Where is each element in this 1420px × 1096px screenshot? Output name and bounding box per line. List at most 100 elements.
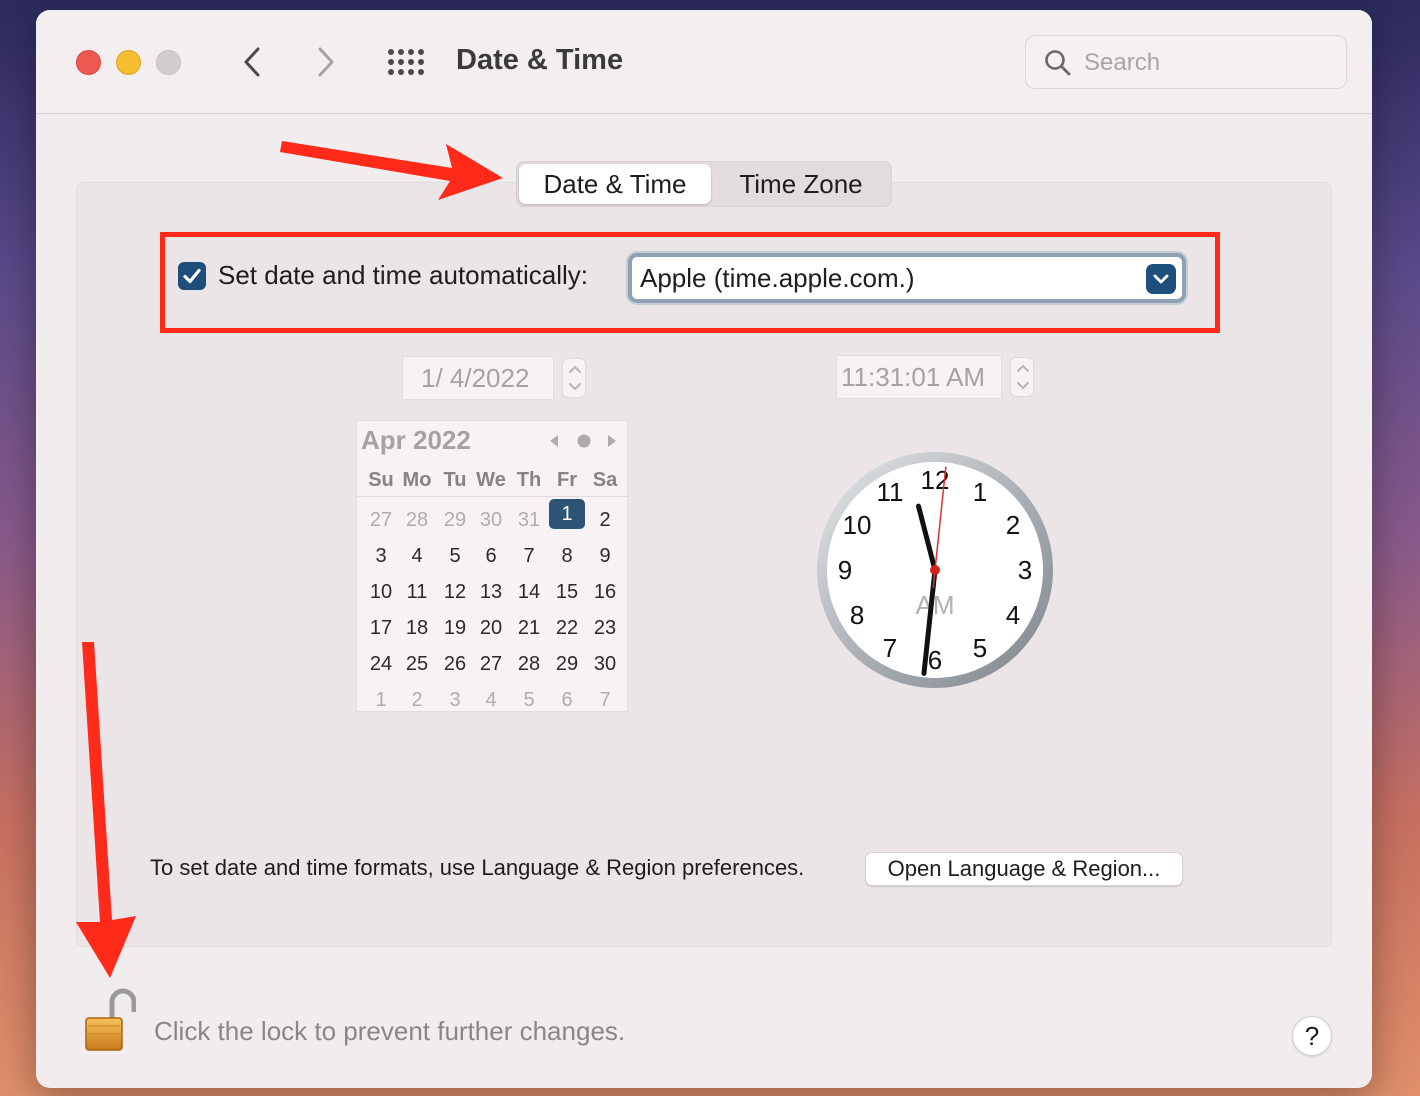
- calendar-day[interactable]: 8: [549, 539, 585, 573]
- calendar-day[interactable]: 19: [437, 611, 473, 645]
- calendar-day[interactable]: 31: [511, 503, 547, 537]
- calendar-day[interactable]: 30: [587, 647, 623, 681]
- back-button[interactable]: [232, 42, 272, 82]
- auto-time-checkbox[interactable]: [178, 262, 206, 290]
- clock-number: 6: [928, 645, 942, 675]
- open-language-region-button[interactable]: Open Language & Region...: [865, 852, 1183, 886]
- calendar-day-selected[interactable]: 1: [549, 499, 585, 529]
- select-chevron[interactable]: [1146, 264, 1176, 294]
- chevron-up-icon: [1017, 364, 1029, 372]
- calendar-day[interactable]: 13: [473, 575, 509, 609]
- calendar-weekday: Sa: [592, 469, 618, 491]
- calendar-day[interactable]: 27: [363, 503, 399, 537]
- calendar-day[interactable]: 6: [473, 539, 509, 573]
- clock-number: 2: [1006, 510, 1020, 540]
- calendar-day[interactable]: 24: [363, 647, 399, 681]
- calendar-day[interactable]: 1: [363, 683, 399, 717]
- calendar-day[interactable]: 25: [399, 647, 435, 681]
- show-all-button[interactable]: [388, 49, 424, 75]
- chevron-down-icon: [569, 383, 581, 391]
- clock-number: 4: [1006, 600, 1020, 630]
- search-input[interactable]: [1084, 46, 1334, 80]
- date-field[interactable]: 1/ 4/2022: [402, 356, 554, 400]
- time-server-value: Apple (time.apple.com.): [640, 263, 915, 293]
- analog-clock: 12 1234567891011 AM: [817, 452, 1053, 688]
- calendar-day[interactable]: 18: [399, 611, 435, 645]
- tab-time-zone[interactable]: Time Zone: [713, 164, 889, 204]
- clock-number: 5: [973, 633, 987, 663]
- calendar-day[interactable]: 20: [473, 611, 509, 645]
- help-button[interactable]: ?: [1292, 1016, 1332, 1056]
- calendar-day[interactable]: 27: [473, 647, 509, 681]
- calendar-day[interactable]: 30: [473, 503, 509, 537]
- calendar-day[interactable]: 2: [587, 503, 623, 537]
- forward-button[interactable]: [306, 42, 346, 82]
- search-field[interactable]: [1025, 35, 1347, 89]
- calendar-next-button[interactable]: [603, 431, 621, 451]
- clock-number: 10: [843, 510, 872, 540]
- chevron-down-icon: [1153, 274, 1169, 284]
- calendar-day[interactable]: 7: [511, 539, 547, 573]
- grid-icon: [388, 49, 424, 75]
- close-button[interactable]: [76, 50, 101, 75]
- calendar-weekday-header: Su Mo Tu We Th Fr Sa: [357, 463, 629, 497]
- calendar-day[interactable]: 5: [511, 683, 547, 717]
- dot-icon: [577, 434, 591, 448]
- time-stepper[interactable]: [1010, 357, 1034, 397]
- calendar-day[interactable]: 16: [587, 575, 623, 609]
- preferences-window: Date & Time Date & Time Time Zone Set da…: [36, 10, 1372, 1088]
- calendar-day[interactable]: 22: [549, 611, 585, 645]
- calendar-day[interactable]: 3: [363, 539, 399, 573]
- title-bar: Date & Time: [36, 10, 1372, 114]
- clock-center-pin: [930, 565, 940, 575]
- calendar-day[interactable]: 12: [437, 575, 473, 609]
- calendar-day[interactable]: 28: [399, 503, 435, 537]
- calendar-weekday: Fr: [557, 469, 577, 491]
- calendar-weekday: Tu: [443, 469, 467, 491]
- clock-number: 9: [838, 555, 852, 585]
- calendar-day[interactable]: 14: [511, 575, 547, 609]
- calendar-day[interactable]: 6: [549, 683, 585, 717]
- calendar-day[interactable]: 11: [399, 575, 435, 609]
- calendar-day[interactable]: 4: [399, 539, 435, 573]
- clock-number: 11: [877, 477, 904, 507]
- tab-date-time[interactable]: Date & Time: [519, 164, 711, 204]
- calendar-day[interactable]: 29: [549, 647, 585, 681]
- clock-ampm: AM: [916, 590, 955, 620]
- calendar-prev-button[interactable]: [545, 431, 563, 451]
- calendar-day[interactable]: 26: [437, 647, 473, 681]
- chevron-right-icon: [318, 47, 334, 77]
- clock-number: 8: [850, 600, 864, 630]
- clock-number: 3: [1018, 555, 1032, 585]
- calendar-day[interactable]: 5: [437, 539, 473, 573]
- triangle-right-icon: [608, 435, 616, 447]
- calendar-day[interactable]: 4: [473, 683, 509, 717]
- calendar-today-button[interactable]: [575, 431, 593, 451]
- calendar-day[interactable]: 9: [587, 539, 623, 573]
- calendar-day[interactable]: 29: [437, 503, 473, 537]
- chevron-down-icon: [1017, 382, 1029, 390]
- triangle-left-icon: [550, 435, 558, 447]
- calendar-day[interactable]: 17: [363, 611, 399, 645]
- calendar-day[interactable]: 21: [511, 611, 547, 645]
- zoom-button[interactable]: [156, 50, 181, 75]
- calendar-weekday: We: [476, 469, 506, 491]
- calendar-day[interactable]: 7: [587, 683, 623, 717]
- time-field[interactable]: 11:31:01 AM: [836, 355, 1002, 399]
- tab-bar: Date & Time Time Zone: [516, 161, 892, 207]
- auto-time-label: Set date and time automatically:: [218, 260, 588, 290]
- clock-number: 7: [883, 633, 897, 663]
- calendar-day[interactable]: 15: [549, 575, 585, 609]
- search-icon: [1045, 50, 1071, 76]
- calendar-day[interactable]: 2: [399, 683, 435, 717]
- calendar-weekday: Mo: [402, 469, 432, 491]
- time-server-select[interactable]: Apple (time.apple.com.): [628, 253, 1186, 303]
- lock-icon[interactable]: [82, 988, 136, 1054]
- calendar-day[interactable]: 3: [437, 683, 473, 717]
- minimize-button[interactable]: [116, 50, 141, 75]
- calendar-day[interactable]: 23: [587, 611, 623, 645]
- calendar: Apr 2022 Su Mo Tu We Th Fr Sa 27 28 29 30 31 1 2 3 4 5 6…: [356, 420, 629, 712]
- calendar-day[interactable]: 28: [511, 647, 547, 681]
- calendar-day[interactable]: 10: [363, 575, 399, 609]
- date-stepper[interactable]: [562, 358, 586, 398]
